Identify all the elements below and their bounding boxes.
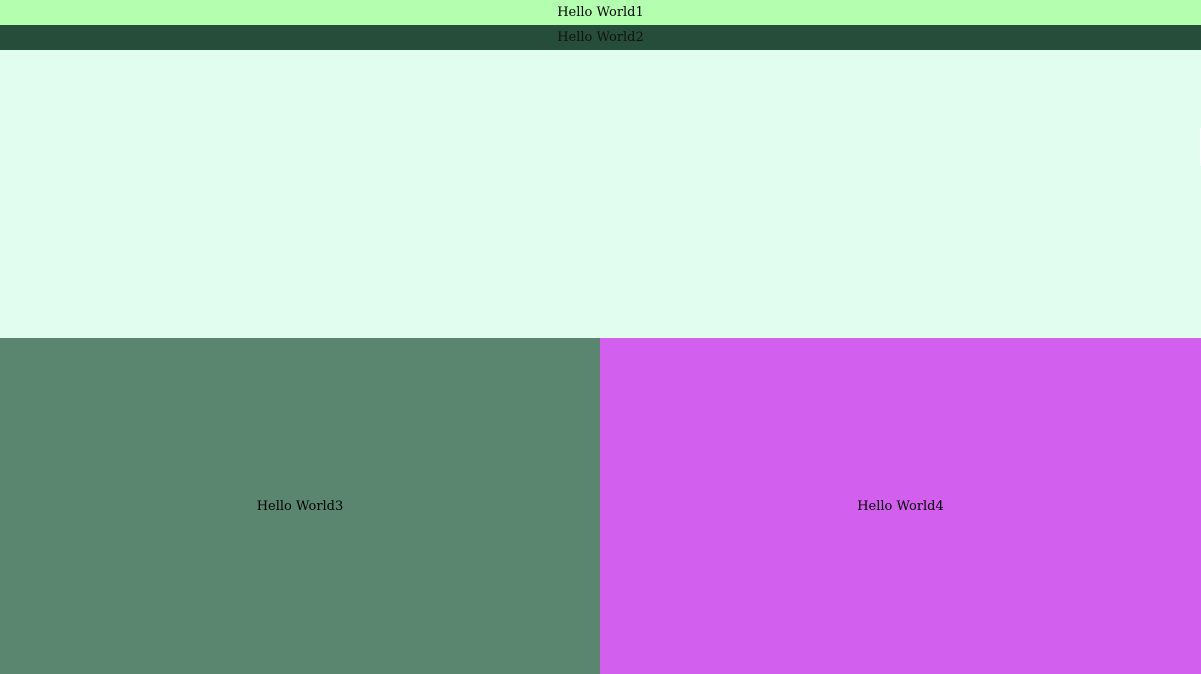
top-banner: Hello World1 xyxy=(0,0,1201,25)
right-panel: Hello World4 xyxy=(600,338,1201,674)
secondary-banner-text: Hello World2 xyxy=(557,30,644,45)
secondary-banner: Hello World2 xyxy=(0,25,1201,50)
page: Hello World1 Hello World2 Hello World3 H… xyxy=(0,0,1201,674)
top-banner-text: Hello World1 xyxy=(557,5,644,20)
left-panel-text: Hello World3 xyxy=(256,498,344,514)
right-panel-text: Hello World4 xyxy=(857,498,944,514)
content-area xyxy=(0,50,1201,338)
left-panel: Hello World3 xyxy=(0,338,600,674)
